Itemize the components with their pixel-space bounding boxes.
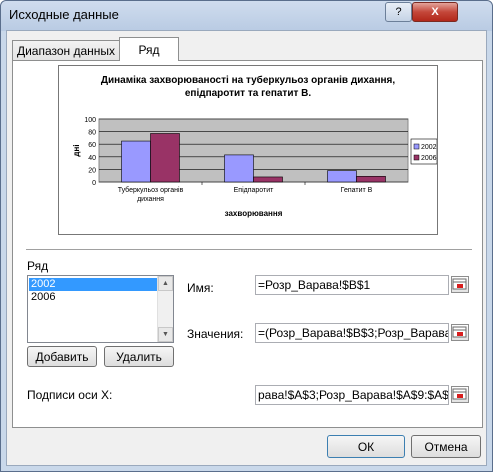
window-title: Исходные данные [9, 7, 119, 22]
x-labels-field[interactable]: рава!$A$3;Розр_Варава!$A$9:$A$10 [255, 385, 449, 405]
x-tick-label: Туберкульоз органів [118, 186, 184, 194]
y-tick-label: 0 [92, 180, 96, 187]
legend-swatch-2002 [413, 143, 420, 150]
list-item[interactable]: 2002 [29, 278, 162, 291]
series-listbox[interactable]: 2002 2006 ▲ ▼ [27, 275, 174, 343]
bar-2006 [150, 133, 180, 183]
close-button[interactable]: X [412, 2, 458, 22]
add-series-button[interactable]: Добавить [27, 346, 97, 367]
scroll-down-icon[interactable]: ▼ [158, 327, 173, 342]
x-labels-range-picker-icon[interactable] [451, 386, 469, 403]
cancel-button[interactable]: Отмена [411, 435, 481, 458]
tab-series[interactable]: Ряд [119, 37, 179, 61]
list-item[interactable]: 2006 [29, 291, 162, 304]
bar-2006 [253, 176, 283, 183]
list-scrollbar[interactable]: ▲ ▼ [157, 276, 173, 342]
delete-series-button[interactable]: Удалить [104, 346, 174, 367]
y-tick-label: 60 [88, 142, 96, 149]
x-labels-label: Подписи оси X: [27, 388, 113, 402]
y-tick-label: 40 [88, 155, 96, 162]
x-tick-label: Гепатит В [341, 187, 373, 194]
bar-2002 [121, 140, 151, 183]
x-axis-label: захворювання [225, 209, 283, 218]
title-bar[interactable]: Исходные данные ? X [1, 1, 492, 31]
y-tick-label: 100 [84, 117, 96, 124]
y-tick-label: 20 [88, 167, 96, 174]
bar-2006 [356, 176, 386, 183]
y-axis-label: дні [72, 144, 81, 156]
name-label: Имя: [187, 281, 214, 295]
series-list-label: Ряд [27, 259, 49, 273]
chart-preview: Динаміка захворюваності на туберкульоз о… [58, 65, 438, 235]
bar-2002 [224, 154, 254, 183]
x-tick-label: дихання [137, 196, 164, 203]
legend-label-2002: 2002 [421, 144, 437, 151]
values-label: Значения: [187, 327, 244, 341]
legend-label-2006: 2006 [421, 155, 437, 162]
scroll-up-icon[interactable]: ▲ [158, 276, 173, 291]
tab-data-range[interactable]: Диапазон данных [12, 40, 120, 61]
ok-button[interactable]: ОК [327, 435, 405, 458]
section-separator [26, 249, 472, 250]
values-range-picker-icon[interactable] [451, 324, 469, 341]
bar-2002 [327, 170, 357, 183]
y-tick-label: 80 [88, 130, 96, 137]
legend-swatch-2006 [413, 154, 420, 161]
name-field[interactable]: =Розр_Варава!$B$1 [255, 275, 449, 295]
chart-svg: 0 20 40 60 80 100 Туберкульоз органів дихання Еп… [72, 117, 437, 218]
name-range-picker-icon[interactable] [451, 276, 469, 293]
help-button[interactable]: ? [385, 2, 412, 22]
values-field[interactable]: =(Розр_Варава!$B$3;Розр_Варава!$B$ [255, 323, 449, 343]
x-tick-label: Епідпаротит [234, 186, 275, 194]
